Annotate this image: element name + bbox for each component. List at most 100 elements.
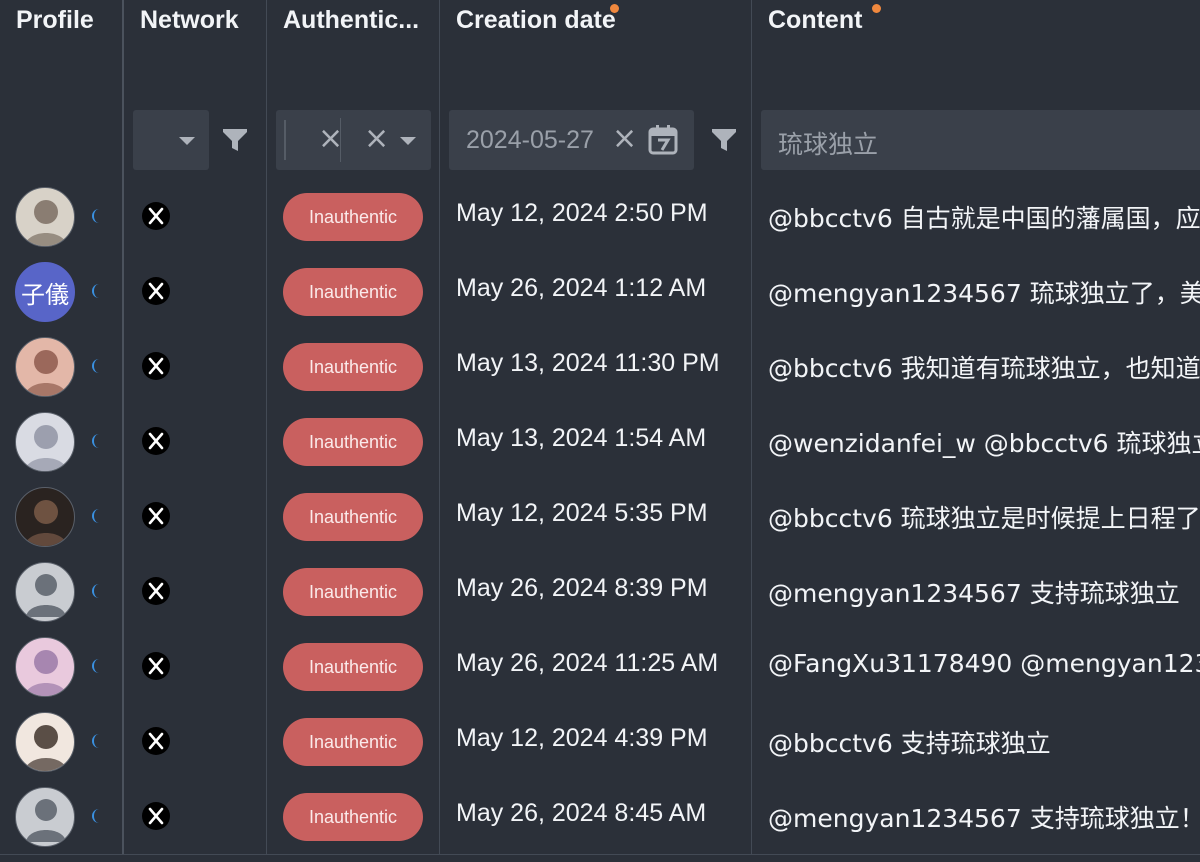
avatar[interactable]	[15, 187, 75, 247]
creation-date-text: May 26, 2024 8:45 AM	[456, 799, 707, 827]
content-cell: @bbcctv6 我知道有琉球独立，也知道	[752, 329, 1200, 404]
network-filter-select[interactable]	[133, 110, 209, 170]
table-row[interactable]: Inauthentic May 26, 2024 11:25 AM @FangXu3…	[0, 629, 1200, 705]
status-badge: Inauthentic	[283, 418, 423, 466]
table-row[interactable]: Inauthentic May 12, 2024 4:39 PM @bbcctv6 …	[0, 704, 1200, 780]
network-filter-cell	[124, 101, 267, 179]
status-badge: Inauthentic	[283, 268, 423, 316]
creation-date-text: May 12, 2024 4:39 PM	[456, 724, 708, 752]
column-header-creation-date[interactable]: Creation date	[440, 0, 752, 101]
avatar[interactable]	[15, 412, 75, 472]
content-text: @wenzidanfei_w @bbcctv6 琉球独立,	[768, 429, 1200, 458]
authenticity-cell: Inauthentic	[267, 329, 440, 404]
content-cell: @mengyan1234567 琉球独立了，美国	[752, 254, 1200, 329]
column-header-profile[interactable]: Profile	[0, 0, 124, 101]
content-cell: @bbcctv6 自古就是中国的藩属国，应	[752, 179, 1200, 254]
chevron-down-icon[interactable]	[400, 137, 416, 145]
x-icon	[142, 277, 170, 310]
table-row[interactable]: 子儀 Inauthentic May 26, 2024 1:12 AM @mengya…	[0, 254, 1200, 330]
column-header-network[interactable]: Network	[124, 0, 267, 101]
avatar[interactable]	[15, 337, 75, 397]
table-row[interactable]: Inauthentic May 13, 2024 1:54 AM @wenzidan…	[0, 404, 1200, 480]
truncated-link-indicator[interactable]	[92, 809, 99, 823]
creation-date-cell: May 26, 2024 1:12 AM	[440, 254, 752, 329]
authenticity-cell: Inauthentic	[267, 704, 440, 779]
creation-date-filter-cell: 2024-05-27 ×	[440, 101, 752, 179]
authenticity-cell: Inauthentic	[267, 254, 440, 329]
authenticity-cell: Inauthentic	[267, 779, 440, 854]
close-icon[interactable]: ×	[364, 124, 389, 154]
profile-photo	[24, 425, 68, 471]
content-filter-cell: 琉球独立	[752, 101, 1200, 179]
avatar[interactable]: 子儀	[15, 262, 75, 322]
status-badge: Inauthentic	[283, 193, 423, 241]
table-row[interactable]: Inauthentic May 12, 2024 2:50 PM @bbcctv6 …	[0, 179, 1200, 255]
creation-date-text: May 13, 2024 1:54 AM	[456, 424, 707, 452]
creation-date-cell: May 12, 2024 5:35 PM	[440, 479, 752, 554]
profile-cell: 子儀	[0, 254, 124, 329]
filter-icon[interactable]	[221, 126, 249, 154]
x-icon	[142, 502, 170, 535]
content-cell: @mengyan1234567 支持琉球独立	[752, 554, 1200, 629]
truncated-link-indicator[interactable]	[92, 359, 99, 373]
avatar[interactable]	[15, 637, 75, 697]
status-badge: Inauthentic	[283, 493, 423, 541]
truncated-link-indicator[interactable]	[92, 284, 99, 298]
creation-date-text: May 26, 2024 8:39 PM	[456, 574, 708, 602]
authenticity-cell: Inauthentic	[267, 179, 440, 254]
table-row[interactable]: Inauthentic May 26, 2024 8:39 PM @mengyan1…	[0, 554, 1200, 630]
table-row[interactable]: Inauthentic May 26, 2024 8:45 AM @mengyan1…	[0, 779, 1200, 855]
content-text: @mengyan1234567 支持琉球独立！	[768, 804, 1200, 833]
profile-cell	[0, 629, 124, 704]
input-divider	[284, 120, 286, 160]
profile-cell	[0, 779, 124, 854]
user-icon	[26, 799, 66, 842]
content-cell: @bbcctv6 支持琉球独立	[752, 704, 1200, 779]
chevron-down-icon[interactable]	[179, 137, 195, 145]
creation-date-text: May 12, 2024 5:35 PM	[456, 499, 708, 527]
profile-filter-cell	[0, 101, 124, 179]
truncated-link-indicator[interactable]	[92, 659, 99, 673]
content-cell: @mengyan1234567 支持琉球独立！	[752, 779, 1200, 854]
profile-photo	[24, 500, 68, 546]
creation-date-text: May 13, 2024 11:30 PM	[456, 349, 720, 377]
input-divider	[340, 118, 341, 162]
authenticity-filter-cell: × ×	[267, 101, 440, 179]
calendar-icon[interactable]	[647, 124, 679, 156]
creation-date-text: May 26, 2024 11:25 AM	[456, 649, 719, 677]
avatar[interactable]	[15, 562, 75, 622]
profile-cell	[0, 704, 124, 779]
avatar[interactable]	[15, 487, 75, 547]
network-cell	[124, 404, 267, 479]
date-filter-input[interactable]: 2024-05-27 ×	[449, 110, 694, 170]
table-row[interactable]: Inauthentic May 13, 2024 11:30 PM @bbcctv6…	[0, 329, 1200, 405]
truncated-link-indicator[interactable]	[92, 209, 99, 223]
table-row[interactable]: Inauthentic May 12, 2024 5:35 PM @bbcctv6 …	[0, 479, 1200, 555]
network-cell	[124, 629, 267, 704]
network-cell	[124, 254, 267, 329]
filter-icon[interactable]	[710, 126, 738, 154]
avatar[interactable]	[15, 787, 75, 847]
authenticity-cell: Inauthentic	[267, 479, 440, 554]
truncated-link-indicator[interactable]	[92, 734, 99, 748]
content-text: @mengyan1234567 支持琉球独立	[768, 579, 1180, 608]
profile-photo	[24, 350, 68, 396]
x-icon	[142, 427, 170, 460]
truncated-link-indicator[interactable]	[92, 509, 99, 523]
x-icon	[142, 727, 170, 760]
user-icon	[26, 574, 66, 617]
content-text: @FangXu31178490 @mengyan12345	[768, 649, 1200, 678]
content-cell: @FangXu31178490 @mengyan12345	[752, 629, 1200, 704]
clear-icon[interactable]: ×	[612, 124, 637, 154]
column-header-authenticity[interactable]: Authentic...	[267, 0, 440, 101]
authenticity-filter-select[interactable]: × ×	[276, 110, 431, 170]
header-row: Profile Network Authentic... Creation da…	[0, 0, 1200, 102]
truncated-link-indicator[interactable]	[92, 584, 99, 598]
content-filter-input[interactable]: 琉球独立	[761, 110, 1200, 170]
content-text: @bbcctv6 自古就是中国的藩属国，应	[768, 204, 1200, 233]
content-text: @mengyan1234567 琉球独立了，美国	[768, 279, 1200, 308]
avatar[interactable]	[15, 712, 75, 772]
truncated-link-indicator[interactable]	[92, 434, 99, 448]
creation-date-cell: May 12, 2024 4:39 PM	[440, 704, 752, 779]
column-header-content[interactable]: Content	[752, 0, 1200, 101]
